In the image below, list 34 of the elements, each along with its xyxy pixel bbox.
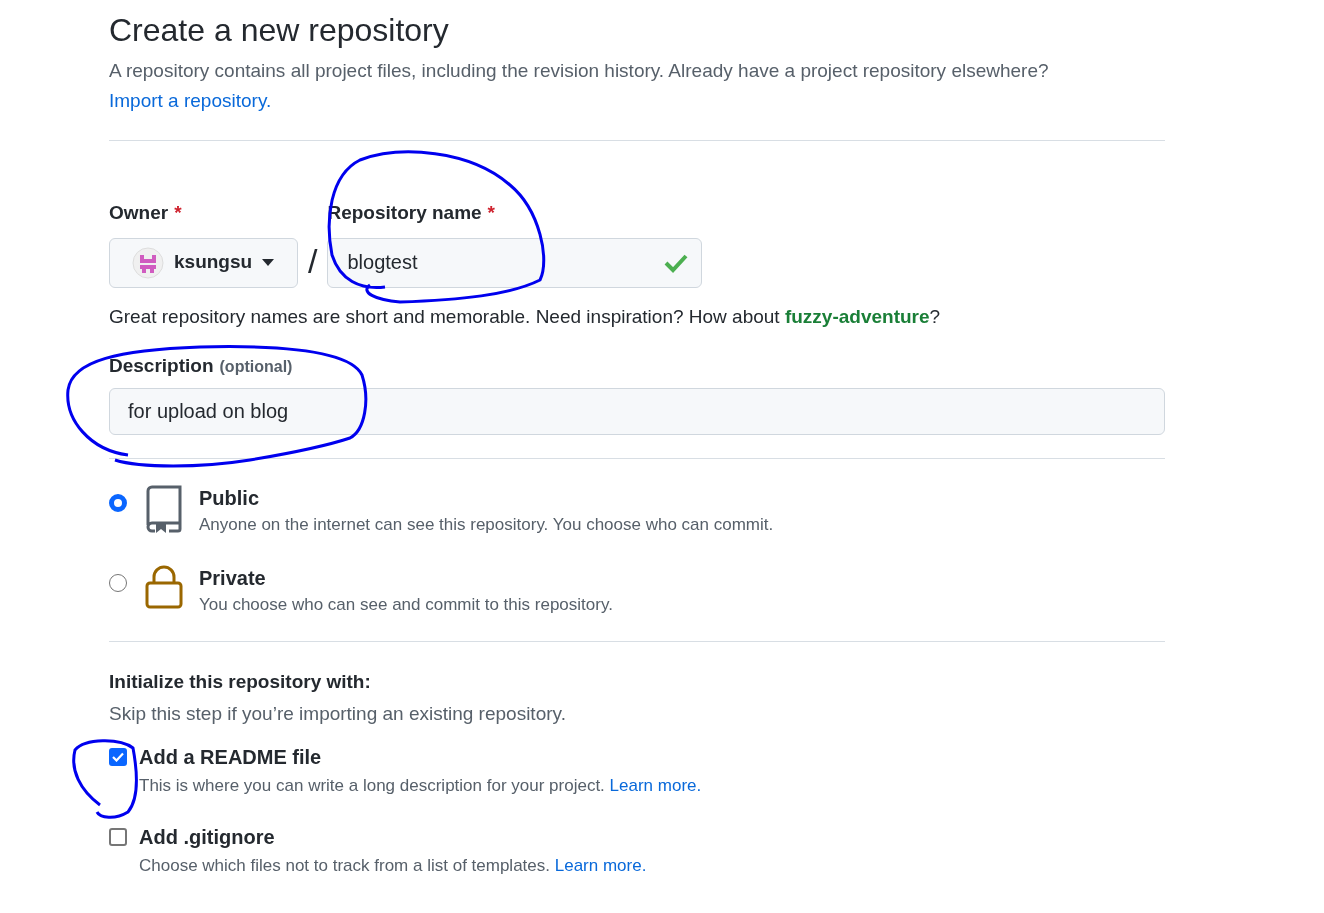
name-hint: Great repository names are short and memorable. Need inspiration? How about fuzzy-adventure?	[109, 304, 942, 329]
avatar-icon	[132, 246, 164, 279]
section-title: Initialize this repository with:	[109, 670, 372, 694]
option-title: Add .gitignore	[139, 825, 276, 850]
intro-text: A repository contains all project files, including the revision history. Already have a project repository elsewhere?	[109, 59, 1050, 83]
lock-icon	[145, 565, 183, 609]
option-description: Choose which files not to track from a list of templates. Learn more.	[139, 855, 647, 877]
owner-label: Owner	[109, 201, 169, 225]
optional-note: (optional)	[219, 356, 293, 377]
radio-button[interactable]	[109, 494, 127, 512]
required-mark: *	[174, 201, 182, 225]
checkbox[interactable]	[109, 828, 127, 846]
option-description: This is where you can write a long description for your project. Learn more.	[139, 775, 702, 797]
book-icon	[145, 485, 183, 533]
learn-more-link[interactable]: Learn more.	[609, 776, 702, 795]
option-title: Public	[199, 486, 260, 511]
learn-more-link[interactable]: Learn more.	[554, 856, 647, 875]
caret-icon	[262, 259, 275, 266]
suggestion-link[interactable]: fuzzy-adventure	[784, 305, 930, 327]
required-mark: *	[487, 201, 495, 225]
description-field[interactable]: for upload on blog	[109, 388, 1165, 435]
checkbox[interactable]	[109, 748, 127, 766]
option-title: Private	[199, 566, 267, 591]
radio-button[interactable]	[109, 574, 127, 592]
description-label: Description	[109, 353, 214, 378]
option-description: Anyone on the internet can see this repository. You choose who can commit.	[199, 514, 774, 536]
slash-separator: /	[308, 240, 318, 282]
option-description: You choose who can see and commit to this repository.	[199, 594, 613, 616]
page-title: Create a new repository	[109, 11, 450, 50]
option-title: Add a README file	[139, 745, 323, 770]
import-link[interactable]: Import a repository.	[109, 86, 272, 116]
repository-name-field[interactable]: blogtest	[327, 237, 703, 288]
owner-dropdown[interactable]: ksungsu	[109, 237, 298, 288]
section-subtitle: Skip this step if you’re importing an existing repository.	[109, 702, 567, 726]
